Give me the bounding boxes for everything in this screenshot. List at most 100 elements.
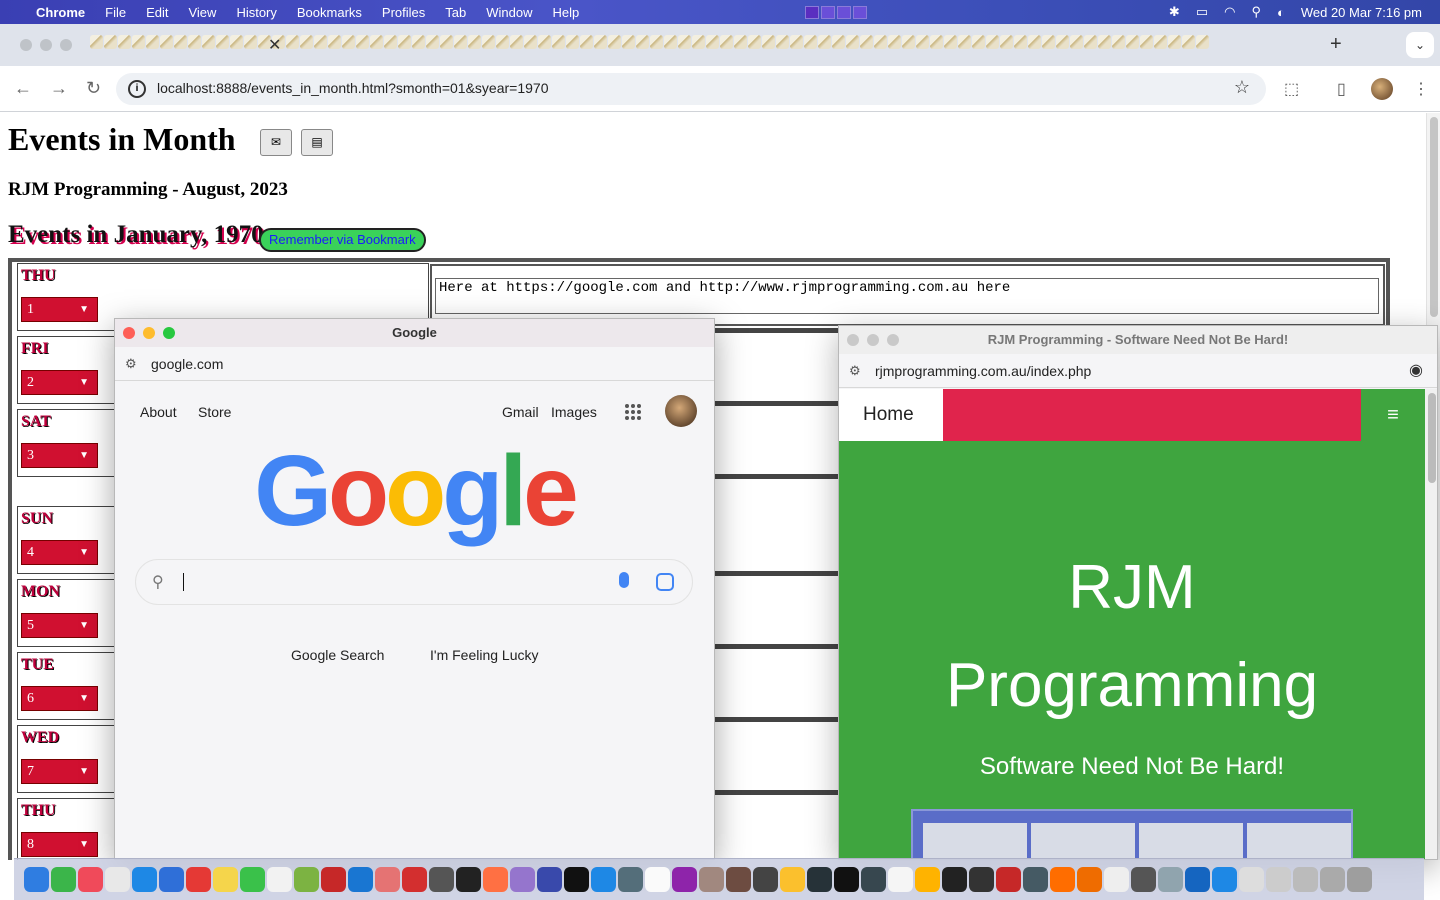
dock-app-icon[interactable] — [564, 867, 589, 892]
dock-app-icon[interactable] — [1023, 867, 1048, 892]
dock-app-icon[interactable] — [1293, 867, 1318, 892]
email-button[interactable]: ✉ — [260, 129, 292, 156]
tab-favicon[interactable] — [678, 35, 691, 49]
forward-button[interactable]: → — [50, 78, 68, 99]
rjm-url[interactable]: rjmprogramming.com.au/index.php — [875, 354, 1091, 388]
tab-favicon[interactable] — [482, 35, 495, 49]
tab-favicon[interactable] — [664, 35, 677, 49]
spotlight-search-icon[interactable]: ⚲ — [1251, 4, 1261, 20]
dock-app-icon[interactable] — [159, 867, 184, 892]
tab-favicon[interactable] — [1028, 35, 1041, 49]
tab-favicon[interactable] — [692, 35, 705, 49]
tab-favicon[interactable] — [510, 35, 523, 49]
tab-favicon[interactable] — [902, 35, 915, 49]
dock-app-icon[interactable] — [1347, 867, 1372, 892]
dock-app-icon[interactable] — [1185, 867, 1210, 892]
dock-app-icon[interactable] — [753, 867, 778, 892]
tab-favicon[interactable] — [944, 35, 957, 49]
tab-favicon[interactable] — [1042, 35, 1055, 49]
dock-app-icon[interactable] — [456, 867, 481, 892]
dock-app-icon[interactable] — [510, 867, 535, 892]
microphone-icon[interactable] — [619, 572, 629, 588]
minimize-window-button[interactable] — [40, 39, 52, 51]
tab-favicon[interactable] — [342, 35, 355, 49]
dock-app-icon[interactable] — [1131, 867, 1156, 892]
tab-favicon[interactable] — [104, 35, 117, 49]
tab-favicon[interactable] — [832, 35, 845, 49]
tab-favicon[interactable] — [468, 35, 481, 49]
tab-favicon[interactable] — [1126, 35, 1139, 49]
dock-app-icon[interactable] — [780, 867, 805, 892]
dock-app-icon[interactable] — [969, 867, 994, 892]
tab-favicon[interactable] — [748, 35, 761, 49]
tab-favicon[interactable] — [440, 35, 453, 49]
day-select[interactable]: 4 ▼ — [21, 540, 98, 565]
menu-history[interactable]: History — [236, 5, 276, 20]
feeling-lucky-button[interactable]: I'm Feeling Lucky — [430, 647, 539, 663]
tab-favicon[interactable] — [1000, 35, 1013, 49]
dock-app-icon[interactable] — [645, 867, 670, 892]
day-select[interactable]: 6 ▼ — [21, 686, 98, 711]
tab-favicon[interactable] — [230, 35, 243, 49]
menu-profiles[interactable]: Profiles — [382, 5, 425, 20]
dock-app-icon[interactable] — [1320, 867, 1345, 892]
tab-favicon[interactable] — [1154, 35, 1167, 49]
tab-favicon[interactable] — [552, 35, 565, 49]
zoom-window-button[interactable] — [163, 327, 175, 339]
images-link[interactable]: Images — [551, 404, 597, 420]
menubar-clock[interactable]: Wed 20 Mar 7:16 pm — [1301, 5, 1422, 20]
tab-favicon[interactable] — [300, 35, 313, 49]
google-window-titlebar[interactable]: Google — [115, 319, 714, 347]
apps-grid-icon[interactable] — [625, 404, 641, 420]
dock-app-icon[interactable] — [267, 867, 292, 892]
minimize-window-button[interactable] — [143, 327, 155, 339]
minimize-window-button[interactable] — [867, 334, 879, 346]
tab-favicon[interactable] — [790, 35, 803, 49]
hamburger-menu-icon[interactable]: ≡ — [1361, 389, 1425, 441]
event-textarea[interactable]: Here at https://google.com and http://ww… — [435, 278, 1379, 314]
site-settings-icon[interactable]: ⚙ — [125, 347, 137, 381]
tab-favicon[interactable] — [118, 35, 131, 49]
tab-favicon[interactable] — [846, 35, 859, 49]
close-window-button[interactable] — [20, 39, 32, 51]
dock-app-icon[interactable] — [51, 867, 76, 892]
close-tab-icon[interactable]: ✕ — [268, 35, 281, 55]
dock-app-icon[interactable] — [321, 867, 346, 892]
tab-favicon[interactable] — [734, 35, 747, 49]
tab-favicon[interactable] — [930, 35, 943, 49]
tab-favicon[interactable] — [398, 35, 411, 49]
eye-icon[interactable]: ◉ — [1409, 354, 1423, 388]
desktop-spaces-indicator[interactable] — [805, 6, 867, 19]
tab-favicon[interactable] — [370, 35, 383, 49]
dock-app-icon[interactable] — [240, 867, 265, 892]
tab-favicon[interactable] — [286, 35, 299, 49]
dock-app-icon[interactable] — [375, 867, 400, 892]
bookmark-star-icon[interactable]: ☆ — [1234, 77, 1250, 98]
tab-favicon[interactable] — [860, 35, 873, 49]
tab-favicon[interactable] — [874, 35, 887, 49]
more-menu-icon[interactable]: ⋮ — [1413, 79, 1429, 99]
dock-app-icon[interactable] — [1077, 867, 1102, 892]
site-settings-icon[interactable]: ⚙ — [849, 354, 861, 388]
tab-favicon[interactable] — [1098, 35, 1111, 49]
dock-app-icon[interactable] — [888, 867, 913, 892]
tab-favicon[interactable] — [90, 35, 103, 49]
dock-app-icon[interactable] — [213, 867, 238, 892]
day-select[interactable]: 7 ▼ — [21, 759, 98, 784]
dock-app-icon[interactable] — [807, 867, 832, 892]
day-select[interactable]: 1 ▼ — [21, 297, 98, 322]
tab-search-button[interactable]: ⌄ — [1406, 32, 1434, 58]
tab-favicon[interactable] — [916, 35, 929, 49]
dock-app-icon[interactable] — [942, 867, 967, 892]
battery-icon[interactable]: ▭ — [1196, 4, 1208, 20]
tab-favicon[interactable] — [608, 35, 621, 49]
google-search-button[interactable]: Google Search — [291, 647, 384, 663]
tab-favicon[interactable] — [580, 35, 593, 49]
tab-favicon[interactable] — [776, 35, 789, 49]
tab-favicon[interactable] — [594, 35, 607, 49]
rjm-window-titlebar[interactable]: RJM Programming - Software Need Not Be H… — [839, 326, 1437, 354]
tab-favicon[interactable] — [636, 35, 649, 49]
close-window-button[interactable] — [123, 327, 135, 339]
dock-app-icon[interactable] — [726, 867, 751, 892]
menu-bookmarks[interactable]: Bookmarks — [297, 5, 362, 20]
